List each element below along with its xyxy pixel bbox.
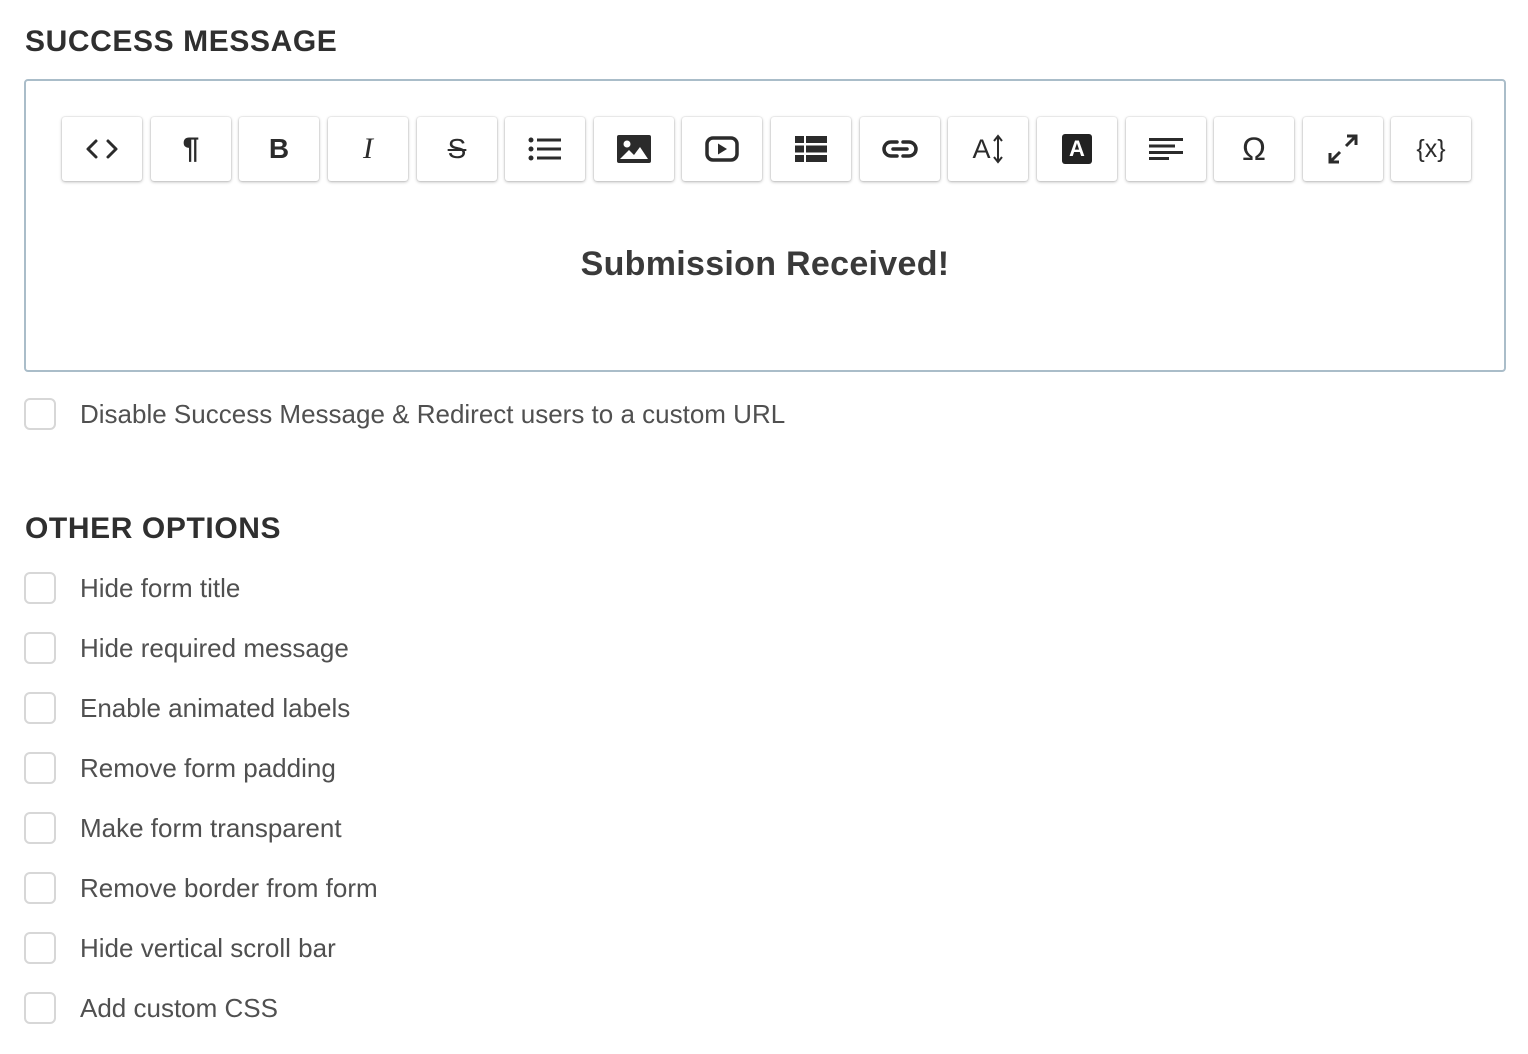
option-enable-animated-labels[interactable]: Enable animated labels [24, 690, 350, 726]
fullscreen-icon [1327, 133, 1359, 165]
hide-vertical-scroll-bar-label: Hide vertical scroll bar [80, 932, 336, 963]
option-remove-form-padding[interactable]: Remove form padding [24, 750, 336, 786]
align-button[interactable] [1126, 117, 1206, 181]
text-color-icon: A [1062, 134, 1092, 164]
rich-text-editor[interactable]: ¶ B I S A A Ω {x} Submission Received! [24, 79, 1506, 372]
insert-variable-icon: {x} [1416, 134, 1446, 163]
insert-image-button[interactable] [594, 117, 674, 181]
remove-border-from-form-checkbox[interactable] [24, 872, 56, 904]
disable-success-message-option[interactable]: Disable Success Message & Redirect users… [24, 396, 785, 432]
font-size-letter: A [972, 133, 991, 164]
text-color-button[interactable]: A [1037, 117, 1117, 181]
fullscreen-button[interactable] [1303, 117, 1383, 181]
enable-animated-labels-label: Enable animated labels [80, 692, 351, 723]
strikethrough-button[interactable]: S [417, 117, 497, 181]
other-options-heading: OTHER OPTIONS [25, 512, 282, 545]
special-characters-button[interactable]: Ω [1214, 117, 1294, 181]
code-view-button[interactable] [62, 117, 142, 181]
option-remove-border-from-form[interactable]: Remove border from form [24, 870, 378, 906]
insert-table-button[interactable] [771, 117, 851, 181]
bold-button[interactable]: B [239, 117, 319, 181]
code-view-icon [85, 138, 119, 160]
enable-animated-labels-checkbox[interactable] [24, 692, 56, 724]
option-hide-form-title[interactable]: Hide form title [24, 570, 240, 606]
hide-form-title-checkbox[interactable] [24, 572, 56, 604]
hide-required-message-checkbox[interactable] [24, 632, 56, 664]
text-color-letter: A [1069, 136, 1085, 161]
option-hide-required-message[interactable]: Hide required message [24, 630, 349, 666]
bulleted-list-button[interactable] [505, 117, 585, 181]
insert-image-icon [617, 135, 651, 163]
insert-link-icon [882, 138, 918, 160]
make-form-transparent-label: Make form transparent [80, 812, 342, 843]
make-form-transparent-checkbox[interactable] [24, 812, 56, 844]
align-left-icon [1149, 138, 1183, 160]
disable-success-message-label: Disable Success Message & Redirect users… [80, 398, 786, 429]
add-custom-css-label: Add custom CSS [80, 992, 278, 1023]
paragraph-format-button[interactable]: ¶ [151, 117, 231, 181]
italic-button[interactable]: I [328, 117, 408, 181]
font-size-icon: A [972, 134, 1003, 164]
insert-video-button[interactable] [682, 117, 762, 181]
italic-icon: I [363, 132, 373, 165]
success-message-heading: SUCCESS MESSAGE [25, 25, 338, 58]
insert-variable-button[interactable]: {x} [1391, 117, 1471, 181]
remove-form-padding-checkbox[interactable] [24, 752, 56, 784]
hide-form-title-label: Hide form title [80, 572, 241, 603]
editor-content[interactable]: Submission Received! [26, 245, 1504, 284]
option-hide-vertical-scroll-bar[interactable]: Hide vertical scroll bar [24, 930, 336, 966]
bold-icon: B [268, 133, 290, 164]
insert-table-icon [795, 136, 827, 162]
option-add-custom-css[interactable]: Add custom CSS [24, 990, 278, 1026]
paragraph-icon: ¶ [182, 132, 200, 165]
remove-border-from-form-label: Remove border from form [80, 872, 378, 903]
insert-link-button[interactable] [860, 117, 940, 181]
remove-form-padding-label: Remove form padding [80, 752, 336, 783]
special-characters-icon: Ω [1242, 131, 1266, 167]
add-custom-css-checkbox[interactable] [24, 992, 56, 1024]
disable-success-message-checkbox[interactable] [24, 398, 56, 430]
hide-vertical-scroll-bar-checkbox[interactable] [24, 932, 56, 964]
insert-video-icon [705, 136, 739, 162]
option-make-form-transparent[interactable]: Make form transparent [24, 810, 342, 846]
bulleted-list-icon [528, 136, 562, 162]
hide-required-message-label: Hide required message [80, 632, 349, 663]
font-size-button[interactable]: A [948, 117, 1028, 181]
strikethrough-icon: S [447, 133, 467, 164]
